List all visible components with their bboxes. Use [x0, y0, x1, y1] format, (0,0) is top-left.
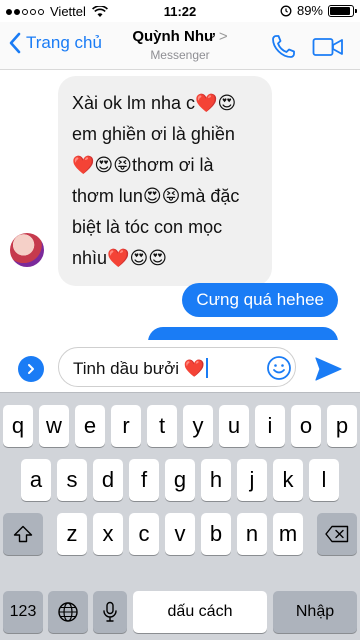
key-k[interactable]: k — [273, 459, 303, 501]
message-input-text: Tinh dầu bưởi ❤️ — [73, 359, 205, 378]
key-u[interactable]: u — [219, 405, 249, 447]
battery-icon — [328, 4, 357, 17]
status-bar: Viettel 11:22 89% — [0, 0, 360, 22]
key-x[interactable]: x — [93, 513, 123, 555]
send-icon — [315, 357, 342, 381]
key-v[interactable]: v — [165, 513, 195, 555]
key-i[interactable]: i — [255, 405, 285, 447]
key-f[interactable]: f — [129, 459, 159, 501]
globe-key[interactable] — [48, 591, 88, 633]
key-q[interactable]: q — [3, 405, 33, 447]
outgoing-message-bubble[interactable]: Cưng quá hehee — [182, 283, 338, 317]
contact-name-text: Quỳnh Như — [132, 28, 215, 45]
phone-call-button[interactable] — [270, 34, 296, 60]
onscreen-keyboard: q w e r t y u i o p a s d f g h j k l z … — [0, 392, 360, 640]
smiley-icon — [267, 356, 291, 380]
numbers-key[interactable]: 123 — [3, 591, 43, 633]
dictation-key[interactable] — [93, 591, 127, 633]
shift-key[interactable] — [3, 513, 43, 555]
video-camera-icon — [312, 38, 343, 56]
shift-arrow-icon — [13, 525, 33, 543]
conversation-header: Trang chủ Quỳnh Như > Messenger — [0, 22, 360, 70]
key-s[interactable]: s — [57, 459, 87, 501]
battery-percent: 89% — [296, 3, 323, 18]
key-e[interactable]: e — [75, 405, 105, 447]
chevron-right-icon — [28, 364, 34, 374]
key-n[interactable]: n — [237, 513, 267, 555]
message-input[interactable]: Tinh dầu bưởi ❤️ — [58, 347, 296, 387]
key-z[interactable]: z — [57, 513, 87, 555]
contact-name[interactable]: Quỳnh Như > — [0, 28, 360, 45]
incoming-message-bubble[interactable]: Xài ok lm nha c❤️😍 em ghiền ơi là ghiền … — [58, 76, 272, 286]
space-key[interactable]: dấu cách — [133, 591, 267, 633]
key-g[interactable]: g — [165, 459, 195, 501]
phone-icon — [272, 35, 295, 58]
message-composer: Tinh dầu bưởi ❤️ — [0, 340, 360, 392]
key-c[interactable]: c — [129, 513, 159, 555]
text-cursor — [205, 358, 208, 378]
globe-icon — [58, 602, 78, 622]
key-l[interactable]: l — [309, 459, 339, 501]
video-call-button[interactable] — [312, 36, 344, 58]
microphone-icon — [103, 601, 117, 622]
status-right: 89% — [280, 3, 357, 18]
key-t[interactable]: t — [147, 405, 177, 447]
outgoing-message-bubble[interactable] — [148, 327, 338, 340]
contact-avatar[interactable] — [10, 233, 44, 267]
backspace-key[interactable] — [317, 513, 357, 555]
send-button[interactable] — [314, 356, 342, 382]
key-m[interactable]: m — [273, 513, 303, 555]
emoji-button[interactable] — [266, 355, 292, 381]
conversation-subtitle: Messenger — [150, 48, 210, 62]
message-list[interactable]: Xài ok lm nha c❤️😍 em ghiền ơi là ghiền … — [0, 70, 360, 340]
key-a[interactable]: a — [21, 459, 51, 501]
key-r[interactable]: r — [111, 405, 141, 447]
chevron-right-icon: > — [218, 28, 228, 45]
key-j[interactable]: j — [237, 459, 267, 501]
key-o[interactable]: o — [291, 405, 321, 447]
key-b[interactable]: b — [201, 513, 231, 555]
key-w[interactable]: w — [39, 405, 69, 447]
key-p[interactable]: p — [327, 405, 357, 447]
return-key[interactable]: Nhập — [273, 591, 357, 633]
key-d[interactable]: d — [93, 459, 123, 501]
expand-actions-button[interactable] — [18, 356, 44, 382]
key-y[interactable]: y — [183, 405, 213, 447]
alarm-icon — [280, 5, 292, 16]
backspace-icon — [325, 525, 349, 543]
key-h[interactable]: h — [201, 459, 231, 501]
